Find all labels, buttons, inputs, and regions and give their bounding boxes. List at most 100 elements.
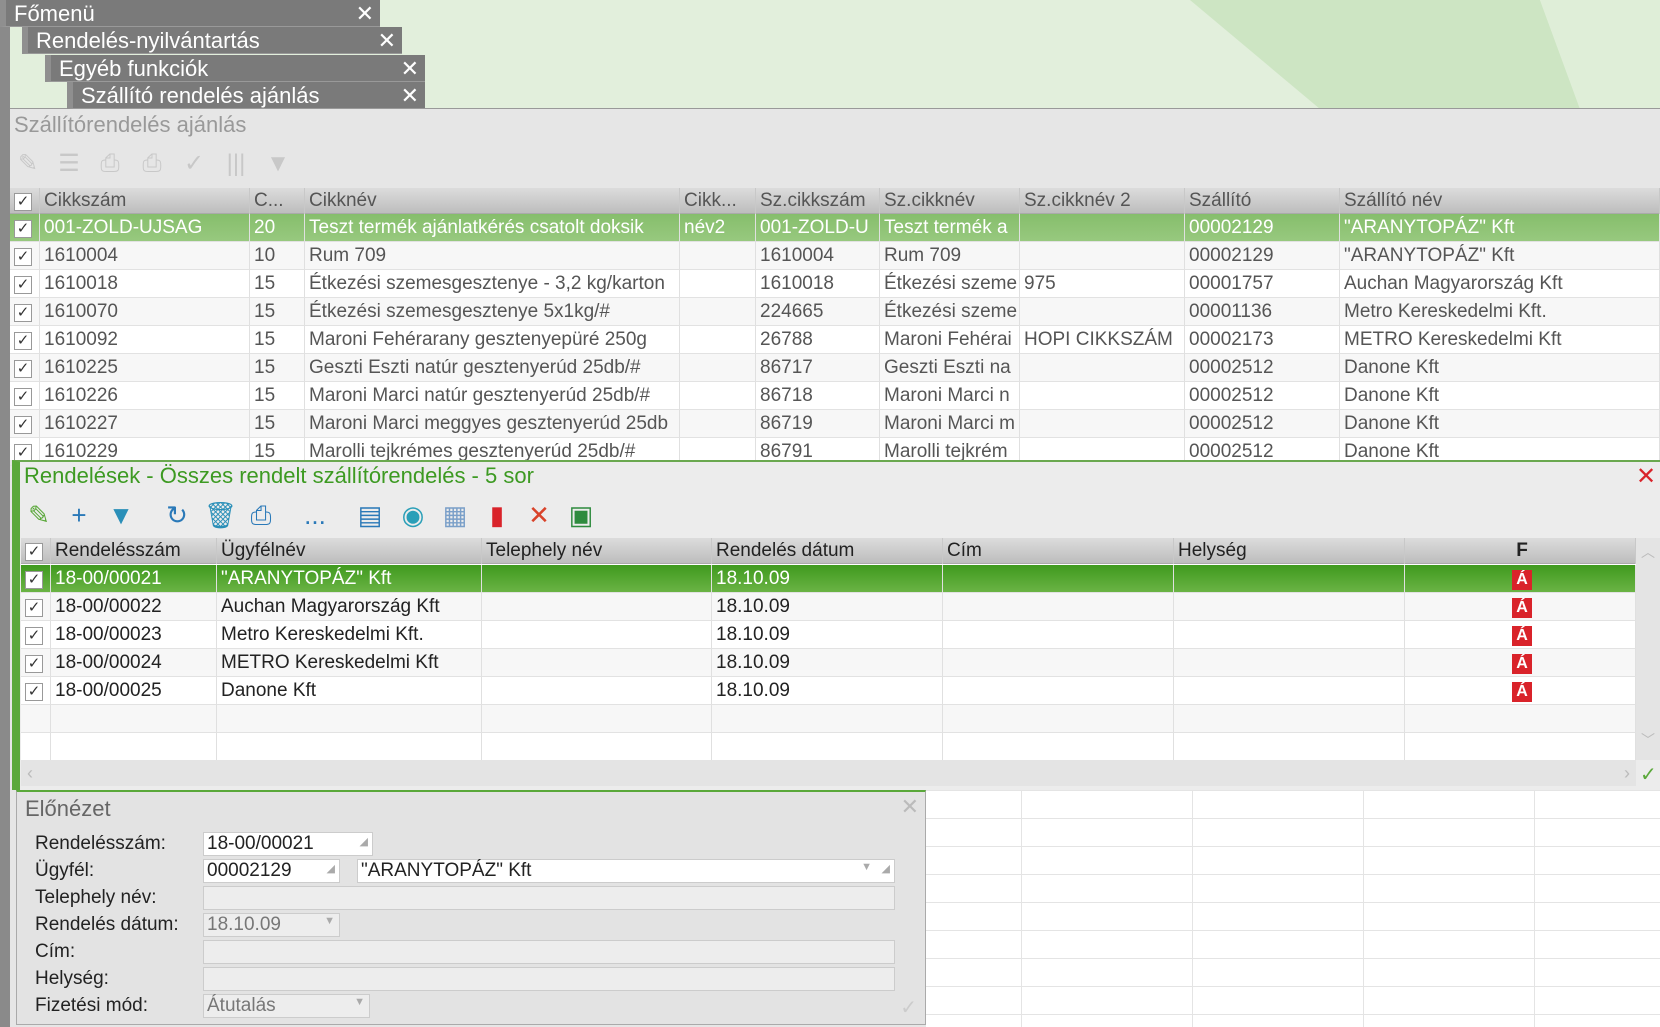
table-row[interactable]: ✓ 001-ZOLD-UJSAG 20 Teszt termék ajánlatkér… xyxy=(10,214,1660,242)
column-header[interactable]: Rendelésszám xyxy=(51,538,217,564)
table-row[interactable]: ✓ 1610018 15 Étkezési szemesgesztenye - 3,2… xyxy=(10,270,1660,298)
column-header[interactable]: Helység xyxy=(1174,538,1405,564)
pin-off-icon[interactable]: ✕ xyxy=(524,500,554,530)
list-icon[interactable]: ☰ xyxy=(55,150,83,178)
payment-select[interactable]: Átutalás ▼ xyxy=(203,994,370,1018)
column-header[interactable]: Ügyfélnév xyxy=(217,538,482,564)
order-no-field[interactable]: 18-00/00021 ◢ xyxy=(203,832,373,856)
select-all-checkbox-cell[interactable]: ✓ xyxy=(10,188,40,214)
filter-icon[interactable]: ▼ xyxy=(106,500,136,530)
table-row[interactable]: ✓ 1610070 15 Étkezési szemesgesztenye 5x1kg… xyxy=(10,298,1660,326)
table-row[interactable]: ✓ 1610225 15 Geszti Eszti natúr gesztenyerú… xyxy=(10,354,1660,382)
column-header[interactable]: Sz.cikkszám xyxy=(756,188,880,214)
close-icon[interactable]: ✕ xyxy=(1636,462,1656,491)
column-header[interactable]: Cím xyxy=(943,538,1174,564)
filter-icon[interactable]: ▼ xyxy=(264,150,292,178)
row-checkbox-cell[interactable]: ✓ xyxy=(21,593,51,621)
row-checkbox-cell[interactable]: ✓ xyxy=(21,621,51,649)
close-icon[interactable]: ✕ xyxy=(401,82,419,109)
column-header[interactable]: Sz.cikknév xyxy=(880,188,1020,214)
checkbox[interactable]: ✓ xyxy=(25,683,43,701)
row-checkbox-cell[interactable]: ✓ xyxy=(10,214,40,242)
checkbox[interactable]: ✓ xyxy=(14,388,32,406)
column-header[interactable]: Cikknév xyxy=(305,188,680,214)
column-header[interactable]: Cikk... xyxy=(680,188,756,214)
table-row[interactable]: ✓ 18-00/00025 Danone Kft 18.10.09 Á xyxy=(21,677,1636,705)
columns-icon[interactable]: ||| xyxy=(222,150,250,178)
delete-icon[interactable]: 🗑 xyxy=(204,500,237,530)
row-checkbox-cell[interactable]: ✓ xyxy=(10,270,40,298)
column-header[interactable]: Sz.cikknév 2 xyxy=(1020,188,1185,214)
close-icon[interactable]: ✕ xyxy=(378,27,396,54)
tab-fomenu[interactable]: Főmenü ✕ xyxy=(0,0,380,27)
tab-egyeb-funkciok[interactable]: Egyéb funkciók ✕ xyxy=(45,55,425,82)
checkbox[interactable]: ✓ xyxy=(14,304,32,322)
confirm-icon[interactable]: ✓ xyxy=(900,995,917,1020)
select-all-checkbox-cell[interactable]: ✓ xyxy=(21,538,51,564)
table-row[interactable]: ✓ 1610092 15 Maroni Fehérarany gesztenyepür… xyxy=(10,326,1660,354)
check-icon[interactable]: ✓ xyxy=(1640,762,1657,787)
column-header[interactable]: Szállító név xyxy=(1340,188,1660,214)
table-row[interactable]: ✓ 18-00/00022 Auchan Magyarország Kft 18.10… xyxy=(21,593,1636,621)
table-row[interactable]: ✓ 1610226 15 Maroni Marci natúr gesztenyerú… xyxy=(10,382,1660,410)
checkbox[interactable]: ✓ xyxy=(25,627,43,645)
print-icon[interactable]: ⎙ xyxy=(96,150,124,178)
row-checkbox-cell[interactable] xyxy=(21,733,51,761)
row-checkbox-cell[interactable]: ✓ xyxy=(10,242,40,270)
export-icon[interactable]: ▤ xyxy=(355,500,385,530)
tab-szallito-rendeles-ajanlas[interactable]: Szállító rendelés ajánlás ✕ xyxy=(67,82,425,109)
more-button[interactable]: ... xyxy=(300,500,330,530)
address-field[interactable] xyxy=(203,940,895,964)
check-list-icon[interactable]: ✓ xyxy=(180,150,208,178)
row-checkbox-cell[interactable] xyxy=(21,705,51,733)
row-checkbox-cell[interactable]: ✓ xyxy=(21,649,51,677)
table-row[interactable]: ✓ 18-00/00023 Metro Kereskedelmi Kft. 18.10… xyxy=(21,621,1636,649)
checkbox[interactable]: ✓ xyxy=(14,248,32,266)
table-row[interactable]: ✓ 18-00/00024 METRO Kereskedelmi Kft 18.10.… xyxy=(21,649,1636,677)
column-header[interactable]: Rendelés dátum xyxy=(712,538,943,564)
close-icon[interactable]: ✕ xyxy=(401,55,419,82)
refresh-icon[interactable]: ↻ xyxy=(162,500,192,530)
table-icon[interactable]: ▦ xyxy=(440,500,470,530)
city-field[interactable] xyxy=(203,967,895,991)
close-icon[interactable]: ✕ xyxy=(356,0,374,27)
checkbox[interactable]: ✓ xyxy=(25,543,43,561)
close-icon[interactable]: ✕ xyxy=(901,794,919,820)
date-field[interactable]: 18.10.09 ▼ xyxy=(203,913,340,937)
view-icon[interactable]: ◉ xyxy=(398,500,428,530)
add-icon[interactable]: + xyxy=(64,500,94,530)
site-field[interactable] xyxy=(203,886,895,910)
checkbox[interactable]: ✓ xyxy=(14,193,32,211)
table-row[interactable]: ✓ 1610227 15 Maroni Marci meggyes gesztenye… xyxy=(10,410,1660,438)
row-checkbox-cell[interactable]: ✓ xyxy=(10,298,40,326)
checkbox[interactable]: ✓ xyxy=(25,599,43,617)
horizontal-scrollbar[interactable]: ‹ › xyxy=(21,760,1636,786)
edit-icon[interactable]: ✎ xyxy=(24,500,54,530)
checkbox[interactable]: ✓ xyxy=(14,416,32,434)
row-checkbox-cell[interactable]: ✓ xyxy=(21,677,51,705)
excel-icon[interactable]: ▣ xyxy=(566,500,596,530)
edit-icon[interactable]: ✎ xyxy=(14,150,42,178)
tab-rendeles-nyilvantartas[interactable]: Rendelés-nyilvántartás ✕ xyxy=(22,27,402,54)
column-header[interactable]: F xyxy=(1405,538,1636,564)
print-icon[interactable]: ⎙ xyxy=(246,500,276,530)
checkbox[interactable]: ✓ xyxy=(14,332,32,350)
customer-code-field[interactable]: 00002129 ◢ xyxy=(203,859,340,883)
checkbox[interactable]: ✓ xyxy=(14,276,32,294)
row-checkbox-cell[interactable]: ✓ xyxy=(10,382,40,410)
checkbox[interactable]: ✓ xyxy=(25,655,43,673)
row-checkbox-cell[interactable]: ✓ xyxy=(10,354,40,382)
column-header[interactable]: Cikkszám xyxy=(40,188,250,214)
column-header[interactable]: Telephely név xyxy=(482,538,712,564)
checkbox[interactable]: ✓ xyxy=(25,571,43,589)
row-checkbox-cell[interactable]: ✓ xyxy=(10,326,40,354)
checkbox[interactable]: ✓ xyxy=(14,220,32,238)
column-header[interactable]: C... xyxy=(250,188,305,214)
customer-name-select[interactable]: "ARANYTOPÁZ" Kft ▼ ◢ xyxy=(357,859,895,883)
table-row[interactable]: ✓ 1610004 10 Rum 709 1610004 Rum 709 00002129 "… xyxy=(10,242,1660,270)
vertical-scrollbar[interactable]: ︿ ﹀ xyxy=(1636,538,1660,760)
table-row[interactable]: ✓ 18-00/00021 "ARANYTOPÁZ" Kft 18.10.09 Á xyxy=(21,565,1636,593)
row-checkbox-cell[interactable]: ✓ xyxy=(21,565,51,593)
print-preview-icon[interactable]: ⎙ xyxy=(138,150,166,178)
column-header[interactable]: Szállító xyxy=(1185,188,1340,214)
